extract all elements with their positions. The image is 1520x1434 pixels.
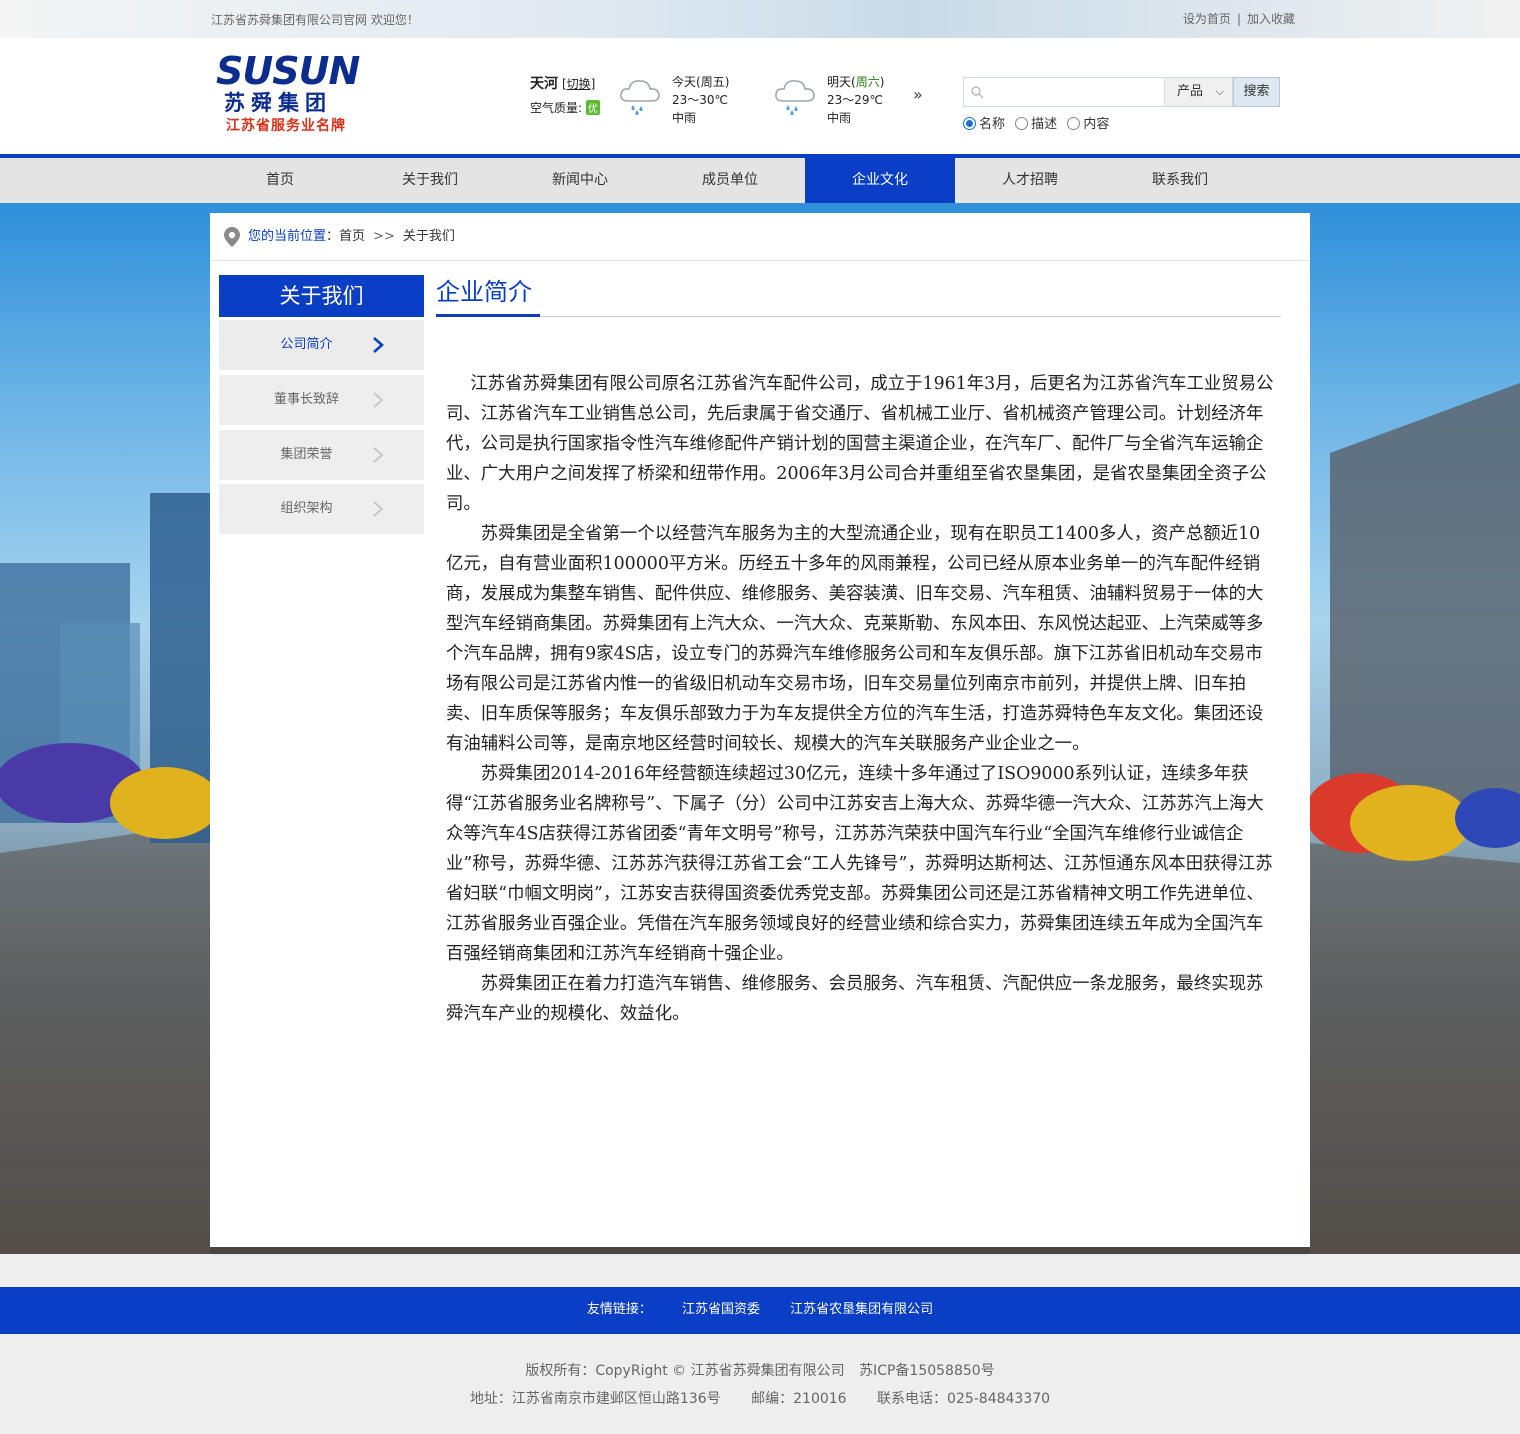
footer-icp[interactable]: 苏ICP备15058850号: [859, 1363, 995, 1379]
rain-cloud-icon: [620, 80, 660, 115]
switch-city-link[interactable]: [切换]: [562, 77, 595, 91]
weather-city: 天河: [530, 76, 558, 92]
tomorrow-temp: 23～29℃: [827, 93, 884, 107]
breadcrumb-home[interactable]: 首页: [339, 229, 365, 244]
weather-today-text: 今天(周五) 23～30℃ 中雨: [672, 73, 729, 127]
air-quality: 空气质量: 优: [530, 99, 600, 116]
footer-address: 地址：江苏省南京市建邺区恒山路136号: [469, 1391, 721, 1407]
tomorrow-weekday-close: ): [879, 75, 885, 89]
chevron-down-icon: ⌵: [1215, 85, 1224, 98]
breadcrumb-label: 您的当前位置: [248, 229, 327, 244]
weather-tomorrow: 明天(周六) 23～29℃ 中雨: [773, 73, 913, 133]
top-links: 设为首页 | 加入收藏: [1183, 10, 1295, 27]
main-nav: 首页 关于我们 新闻中心 成员单位 企业文化 人才招聘 联系我们: [0, 158, 1520, 203]
radio-unchecked-icon: [1015, 117, 1029, 130]
today-desc: 中雨: [672, 111, 697, 125]
search-button[interactable]: 搜索: [1233, 77, 1280, 107]
footer: 版权所有：CopyRight © 江苏省苏舜集团有限公司 苏ICP备150588…: [0, 1334, 1520, 1434]
today-label: 今天: [672, 75, 697, 89]
tomorrow-weekday: 周六: [855, 75, 880, 89]
friend-link-sasac[interactable]: 江苏省国资委: [682, 1302, 760, 1317]
radio-option-description[interactable]: 描述: [1015, 117, 1057, 132]
article-paragraph: 苏舜集团是全省第一个以经营汽车服务为主的大型流通企业，现有在职员工1400多人，…: [446, 524, 1264, 754]
weather-tomorrow-text: 明天(周六) 23～29℃ 中雨: [827, 73, 884, 127]
nav-item-contact[interactable]: 联系我们: [1105, 158, 1255, 203]
article-paragraph: 江苏省苏舜集团有限公司原名江苏省汽车配件公司，成立于1961年3月，后更名为江苏…: [446, 374, 1274, 514]
add-favorite-link[interactable]: 加入收藏: [1247, 12, 1295, 26]
breadcrumb-current[interactable]: 关于我们: [403, 229, 455, 244]
title-underline: [436, 314, 540, 317]
weather-city-block: 天河 [切换] 空气质量: 优: [530, 73, 620, 115]
air-quality-badge: 优: [585, 100, 600, 115]
radio-option-name[interactable]: 名称: [963, 117, 1005, 132]
friend-links-label: 友情链接：: [586, 1302, 652, 1317]
logo-chinese: 苏舜集团: [224, 91, 332, 115]
article-paragraph: 苏舜集团2014-2016年经营额连续超过30亿元，连续十多年通过了ISO900…: [446, 764, 1273, 964]
nav-item-home[interactable]: 首页: [205, 158, 355, 203]
top-link-separator: |: [1236, 12, 1241, 26]
article-paragraph: 苏舜集团正在着力打造汽车销售、维修服务、会员服务、汽车租赁、汽配供应一条龙服务，…: [446, 974, 1264, 1024]
search-category-select[interactable]: 产品 ⌵: [1164, 78, 1232, 106]
sidebar-item-chairman[interactable]: 董事长致辞: [219, 375, 424, 425]
top-bar: 江苏省苏舜集团有限公司官网 欢迎您！ 设为首页 | 加入收藏: [0, 0, 1520, 38]
footer-copyright: 版权所有：CopyRight © 江苏省苏舜集团有限公司: [525, 1363, 845, 1379]
set-home-link[interactable]: 设为首页: [1183, 12, 1231, 26]
search-box: 产品 ⌵: [963, 77, 1233, 107]
tomorrow-label: 明天: [827, 75, 852, 89]
radio-checked-icon: [963, 117, 976, 130]
weather-today: 今天(周五) 23～30℃ 中雨: [618, 73, 758, 133]
sidebar-item-label: 公司简介: [280, 337, 333, 352]
search-icon: [971, 86, 984, 99]
friend-links-bar: 友情链接： 江苏省国资委 江苏省农垦集团有限公司: [0, 1287, 1520, 1334]
content-panel: 您的当前位置：首页 >> 关于我们 关于我们 公司简介 董事长致辞 集团荣誉 组织架…: [210, 213, 1310, 1247]
breadcrumb-colon: ：: [326, 229, 340, 244]
search-input[interactable]: [988, 81, 1158, 103]
header: SUSUN 苏舜集团 江苏省服务业名牌 天河 [切换] 空气质量: 优 今天(周五…: [0, 38, 1520, 154]
radio-option-content[interactable]: 内容: [1067, 117, 1109, 132]
sidebar-item-honors[interactable]: 集团荣誉: [219, 430, 424, 480]
sidebar-item-label: 董事长致辞: [273, 392, 339, 407]
page-title: 企业简介: [436, 278, 532, 306]
breadcrumb-separator: >>: [373, 229, 395, 244]
tomorrow-desc: 中雨: [827, 111, 852, 125]
chevron-right-icon: [373, 337, 384, 353]
sidebar-item-label: 集团荣誉: [280, 447, 333, 462]
nav-item-members[interactable]: 成员单位: [655, 158, 805, 203]
sidebar-item-structure[interactable]: 组织架构: [219, 484, 424, 534]
chevron-right-icon: [373, 501, 384, 517]
friend-link-nongken[interactable]: 江苏省农垦集团有限公司: [790, 1302, 933, 1317]
logo[interactable]: SUSUN 苏舜集团 江苏省服务业名牌: [216, 52, 381, 142]
search-scope-radios: 名称 描述 内容: [963, 113, 1115, 132]
air-quality-label: 空气质量:: [530, 101, 583, 115]
nav-item-news[interactable]: 新闻中心: [505, 158, 655, 203]
breadcrumb: 您的当前位置：首页 >> 关于我们: [210, 213, 1310, 261]
logo-slogan: 江苏省服务业名牌: [226, 118, 346, 134]
nav-item-culture[interactable]: 企业文化: [805, 158, 955, 203]
footer-line-2: 地址：江苏省南京市建邺区恒山路136号 邮编：210016 联系电话：025-8…: [0, 1388, 1520, 1408]
welcome-text: 江苏省苏舜集团有限公司官网 欢迎您！: [211, 13, 419, 27]
nav-item-about[interactable]: 关于我们: [355, 158, 505, 203]
today-weekday: (周五): [696, 75, 730, 89]
footer-postcode: 邮编：210016: [751, 1391, 847, 1407]
logo-english: SUSUN: [216, 49, 360, 93]
weather-more-icon[interactable]: »: [913, 85, 923, 104]
search-category-value: 产品: [1177, 84, 1204, 99]
chevron-right-icon: [373, 392, 384, 408]
footer-phone: 联系电话：025-84843370: [877, 1391, 1051, 1407]
radio-unchecked-icon: [1067, 117, 1081, 130]
location-pin-icon: [224, 227, 240, 247]
chevron-right-icon: [373, 447, 384, 463]
rain-cloud-icon: [775, 80, 815, 115]
sidebar-item-company-profile[interactable]: 公司简介: [219, 320, 424, 370]
title-divider: [436, 316, 1281, 317]
footer-line-1: 版权所有：CopyRight © 江苏省苏舜集团有限公司 苏ICP备150588…: [0, 1360, 1520, 1380]
article-body: 江苏省苏舜集团有限公司原名江苏省汽车配件公司，成立于1961年3月，后更名为江苏…: [446, 369, 1276, 1029]
today-temp: 23～30℃: [672, 93, 729, 107]
sidebar-title: 关于我们: [219, 275, 424, 317]
nav-item-careers[interactable]: 人才招聘: [955, 158, 1105, 203]
sidebar-item-label: 组织架构: [280, 501, 333, 516]
